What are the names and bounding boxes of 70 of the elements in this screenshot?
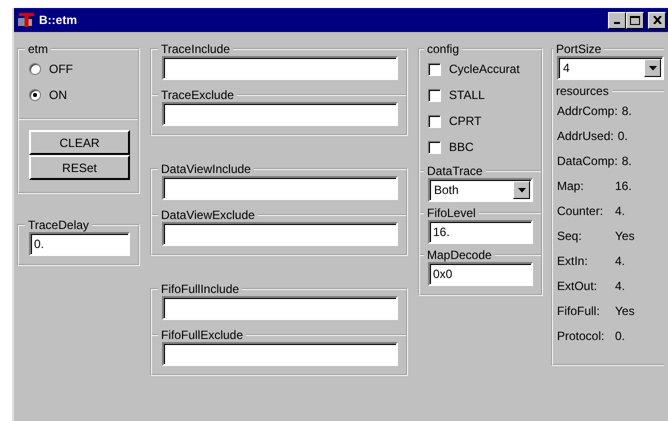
group-label: etm: [27, 42, 50, 56]
group-label: FifoFullInclude: [160, 282, 240, 296]
dropdown[interactable]: Both: [428, 178, 533, 202]
maximize-icon: [630, 16, 640, 24]
caret-icon: [518, 188, 526, 192]
resource-name: AddrUsed:: [557, 128, 615, 144]
group-label: TraceInclude: [160, 42, 231, 56]
resource-value: 16.: [615, 178, 632, 194]
text-field[interactable]: [162, 222, 398, 246]
text-field[interactable]: 16.: [428, 220, 533, 244]
dropdown-button[interactable]: [644, 59, 661, 77]
text-field[interactable]: [162, 342, 398, 366]
option-label: OFF: [49, 61, 73, 78]
resource-name: FifoFull:: [557, 302, 601, 320]
resource-name: Protocol:: [557, 328, 606, 344]
resource-value: 4.: [615, 202, 626, 220]
resource-value: 8.: [622, 102, 632, 120]
text-field[interactable]: 0x0: [428, 262, 533, 286]
app-icon: [18, 12, 35, 28]
resource-value: 4.: [615, 278, 626, 294]
checkbox[interactable]: [428, 114, 441, 128]
resource-name: Seq:: [557, 228, 583, 244]
option-label: CycleAccurat: [449, 61, 520, 78]
dropdown[interactable]: 4: [557, 56, 664, 80]
resource-value: 8.: [622, 152, 632, 170]
resource-name: ExtOut:: [557, 278, 598, 294]
group-label: TraceDelay: [27, 218, 90, 232]
checkbox[interactable]: [428, 88, 441, 102]
action-button[interactable]: CLEAR: [29, 130, 130, 155]
group-label: DataViewExclude: [160, 208, 256, 222]
group-label: resources: [555, 84, 610, 98]
group-label: TraceExclude: [160, 88, 235, 102]
maximize-button[interactable]: [626, 12, 644, 28]
resource-name: Map:: [557, 178, 585, 194]
resource-value: Yes: [615, 228, 635, 244]
option-label: CPRT: [449, 113, 482, 130]
checkbox[interactable]: [428, 62, 441, 76]
text-field[interactable]: [162, 296, 398, 320]
action-button[interactable]: RESet: [29, 155, 130, 180]
group-label: config: [426, 42, 460, 56]
resource-value: 4.: [615, 252, 626, 270]
caret-icon: [648, 66, 656, 70]
resource-value: 0.: [618, 128, 628, 144]
text-field[interactable]: [162, 102, 398, 126]
group-label: FifoFullExclude: [160, 328, 244, 342]
close-icon: [652, 16, 662, 24]
dropdown-button[interactable]: [513, 181, 530, 199]
resource-name: AddrComp:: [557, 102, 619, 120]
radio-button[interactable]: [29, 63, 41, 75]
group-label: DataTrace: [426, 164, 484, 178]
group-label: PortSize: [555, 42, 602, 56]
text-field[interactable]: 0.: [29, 232, 130, 256]
resource-value: Yes: [615, 302, 635, 320]
resource-value: 0.: [615, 328, 626, 344]
window-title: B::etm: [39, 12, 77, 29]
minimize-button[interactable]: [608, 12, 626, 28]
option-label: STALL: [449, 87, 485, 104]
group-label: FifoLevel: [426, 206, 477, 220]
radio-button[interactable]: [29, 89, 41, 101]
text-field[interactable]: [162, 56, 398, 80]
option-label: BBC: [449, 139, 474, 156]
group-label: DataViewInclude: [160, 162, 252, 176]
text-field[interactable]: [162, 176, 398, 200]
checkbox[interactable]: [428, 140, 441, 154]
resource-name: DataComp:: [557, 152, 619, 170]
option-label: ON: [49, 87, 67, 104]
resource-name: Counter:: [557, 202, 604, 220]
group-label: MapDecode: [426, 248, 493, 262]
resource-name: ExtIn:: [557, 252, 589, 270]
close-button[interactable]: [648, 12, 666, 28]
